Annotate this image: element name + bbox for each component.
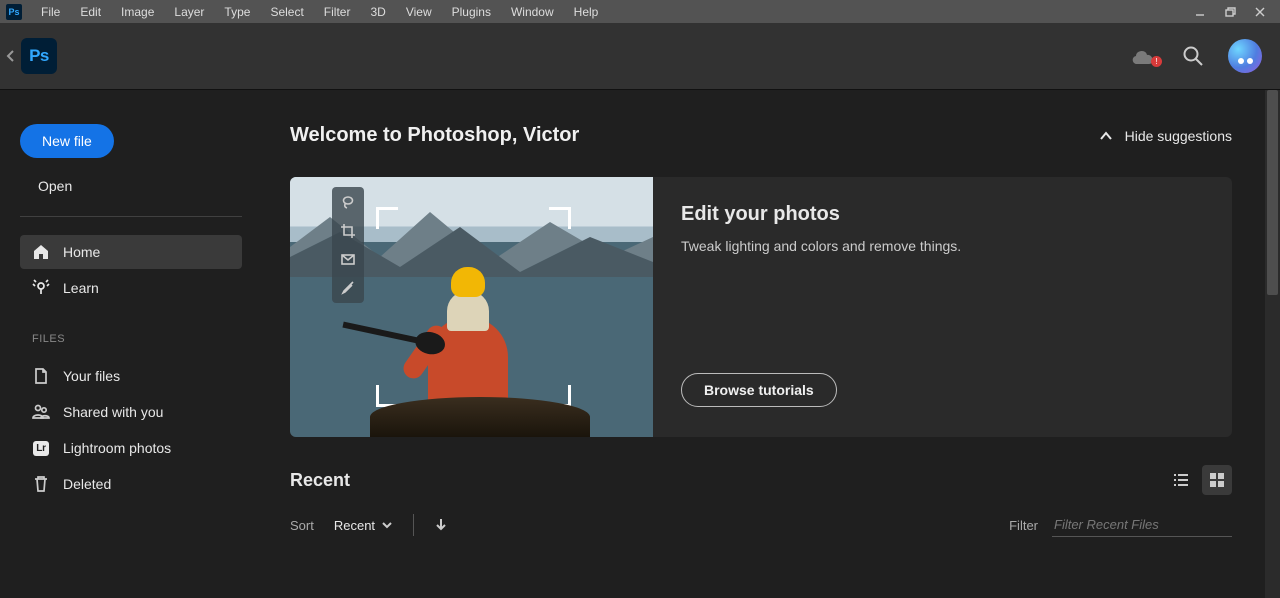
filter-input[interactable] [1052,513,1232,537]
menu-plugins[interactable]: Plugins [443,3,500,21]
trash-icon [32,475,50,493]
envelope-icon [340,251,356,267]
search-icon[interactable] [1176,39,1210,73]
crop-icon [340,223,356,239]
nav-your-files-label: Your files [63,368,120,384]
menubar: Ps File Edit Image Layer Type Select Fil… [0,0,1280,23]
chevron-down-icon [381,519,393,531]
learn-icon [32,279,50,297]
back-chevron-icon[interactable] [4,49,18,63]
ps-mini-logo: Ps [6,4,22,20]
nav-shared[interactable]: Shared with you [20,395,242,429]
card-hero-image [290,177,653,437]
menu-layer[interactable]: Layer [165,3,213,21]
view-toggle [1166,465,1232,495]
nav-home[interactable]: Home [20,235,242,269]
files-section-label: FILES [32,333,242,345]
menu-image[interactable]: Image [112,3,163,21]
hero-toolstrip [332,187,364,303]
menu-file[interactable]: File [32,3,69,21]
cloud-alert-badge: ! [1151,56,1162,67]
view-list-button[interactable] [1166,465,1196,495]
home-icon [32,243,50,261]
filter-label: Filter [1009,518,1038,533]
nav-lightroom-label: Lightroom photos [63,440,171,456]
card-subtitle: Tweak lighting and colors and remove thi… [681,238,1204,254]
menu-view[interactable]: View [397,3,441,21]
sort-direction-button[interactable] [434,517,448,534]
menu-help[interactable]: Help [565,3,608,21]
sort-dropdown[interactable]: Recent [334,518,393,533]
scrollbar-thumb[interactable] [1267,90,1278,295]
window-minimize-button[interactable] [1186,1,1214,23]
eyedropper-icon [340,279,356,295]
menu-window[interactable]: Window [502,3,563,21]
sort-separator [413,514,414,536]
file-icon [32,367,50,385]
nav-your-files[interactable]: Your files [20,359,242,393]
main-content: Welcome to Photoshop, Victor Hide sugges… [262,90,1280,598]
menu-type[interactable]: Type [215,3,259,21]
user-avatar[interactable] [1228,39,1262,73]
open-button[interactable]: Open [20,168,90,204]
shared-icon [32,403,50,421]
nav-learn-label: Learn [63,280,99,296]
hide-suggestions-toggle[interactable]: Hide suggestions [1099,128,1232,144]
ps-logo[interactable]: Ps [21,38,57,74]
welcome-title: Welcome to Photoshop, Victor [290,124,579,147]
menu-select[interactable]: Select [261,3,312,21]
view-grid-button[interactable] [1202,465,1232,495]
window-restore-button[interactable] [1216,1,1244,23]
sort-label: Sort [290,518,314,533]
nav-shared-label: Shared with you [63,404,163,420]
sidebar: New file Open Home Learn FILES Your file… [0,90,262,598]
hide-suggestions-label: Hide suggestions [1125,128,1232,144]
suggestion-card: Edit your photos Tweak lighting and colo… [290,177,1232,437]
menu-3d[interactable]: 3D [361,3,394,21]
recent-title: Recent [290,470,350,491]
new-file-button[interactable]: New file [20,124,114,158]
sidebar-separator [20,216,242,217]
hero-boat [370,397,590,437]
scrollbar[interactable] [1265,90,1280,598]
app-header: Ps ! [0,23,1280,90]
lasso-icon [340,195,356,211]
card-title: Edit your photos [681,203,1204,226]
menu-edit[interactable]: Edit [71,3,110,21]
cloud-status-icon[interactable]: ! [1126,39,1160,73]
window-close-button[interactable] [1246,1,1274,23]
browse-tutorials-button[interactable]: Browse tutorials [681,373,837,407]
nav-lightroom[interactable]: Lr Lightroom photos [20,431,242,465]
nav-learn[interactable]: Learn [20,271,242,305]
chevron-up-icon [1099,129,1113,143]
sort-value: Recent [334,518,375,533]
lightroom-icon: Lr [32,439,50,457]
nav-deleted-label: Deleted [63,476,111,492]
nav-home-label: Home [63,244,100,260]
nav-deleted[interactable]: Deleted [20,467,242,501]
menu-filter[interactable]: Filter [315,3,360,21]
